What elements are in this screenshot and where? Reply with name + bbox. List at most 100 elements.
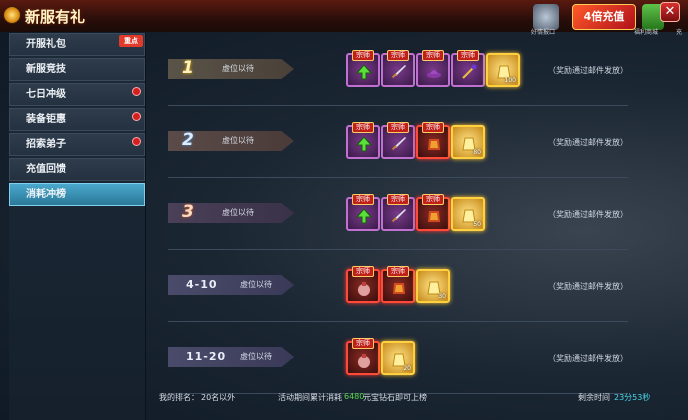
reward-item[interactable]: 宗师: [451, 50, 485, 87]
info-label: 好情报口: [531, 29, 556, 36]
sidebar-item-label: 充值回馈: [26, 164, 66, 175]
rank-label: 3: [182, 202, 194, 222]
charge-label: 充: [676, 29, 683, 36]
reward-list: 宗师 宗师 宗师 50: [346, 194, 485, 231]
reward-list: 宗师 宗师 30: [346, 266, 450, 303]
reward-item[interactable]: 100: [486, 53, 520, 87]
rank-ribbon: 3 虚位以待: [168, 203, 294, 223]
mail-note: （奖励通过邮件发放）: [548, 138, 628, 147]
sidebar-item-5[interactable]: 充值回馈: [9, 158, 145, 181]
grade-tag: 宗师: [387, 122, 409, 133]
rank-status: 虚位以待: [222, 64, 254, 73]
item-quantity: 100: [504, 77, 516, 84]
rank-ribbon: 4-10 虚位以待: [168, 275, 294, 295]
rank-label: 2: [182, 130, 194, 150]
armor-icon: [391, 280, 407, 296]
grade-tag: 宗师: [352, 122, 374, 133]
sidebar-item-label: 开服礼包: [26, 39, 66, 50]
rank-row: 3 虚位以待 宗师 宗师 宗师 50 （奖励通过邮件发放）: [168, 194, 628, 253]
row-divider: [168, 321, 628, 322]
rank-ribbon: 2 虚位以待: [168, 131, 294, 151]
rank-status: 虚位以待: [240, 280, 272, 289]
sidebar-item-0[interactable]: 开服礼包 重点: [9, 33, 145, 56]
sidebar: 开服礼包 重点新服竞技七日冲级装备钜惠招索弟子充值回馈消耗冲榜: [9, 33, 146, 420]
item-quantity: 20: [403, 365, 411, 372]
sidebar-item-label: 装备钜惠: [26, 114, 66, 125]
rule-suffix: 元宝钻石即可上榜: [363, 393, 427, 402]
reward-item[interactable]: 宗师: [416, 50, 450, 87]
reward-item[interactable]: 宗师: [381, 50, 415, 87]
rank-status: 虚位以待: [222, 208, 254, 217]
sidebar-item-1[interactable]: 新服竞技: [9, 58, 145, 81]
rank-row: 4-10 虚位以待 宗师 宗师 30 （奖励通过邮件发放）: [168, 266, 628, 325]
time-value: 23分53秒: [614, 393, 651, 402]
reward-list: 宗师 宗师 宗师 宗师 100: [346, 50, 520, 87]
sidebar-item-6[interactable]: 消耗冲榜: [9, 183, 145, 206]
hat-icon: [426, 64, 442, 80]
reward-item[interactable]: 宗师: [381, 194, 415, 231]
arrow-up-icon: [355, 136, 373, 152]
grade-tag: 宗师: [422, 50, 444, 61]
sidebar-item-label: 新服竞技: [26, 64, 66, 75]
arrow-up-icon: [355, 64, 373, 80]
reward-item[interactable]: 宗师: [346, 194, 380, 231]
row-divider: [168, 177, 628, 178]
window-title: 新服有礼: [25, 8, 86, 26]
grade-tag: 宗师: [387, 266, 409, 277]
rank-status: 虚位以待: [222, 136, 254, 145]
rule-amount: 6480: [344, 392, 365, 401]
recharge-button[interactable]: 4倍充值: [572, 4, 636, 30]
close-button[interactable]: ✕: [660, 2, 680, 22]
reward-list: 宗师 宗师 宗师 80: [346, 122, 485, 159]
sidebar-item-label: 招索弟子: [26, 139, 66, 150]
grade-tag: 宗师: [352, 338, 374, 349]
sidebar-item-2[interactable]: 七日冲级: [9, 83, 145, 106]
item-quantity: 80: [473, 149, 481, 156]
grade-tag: 宗师: [422, 194, 444, 205]
reward-item[interactable]: 80: [451, 125, 485, 159]
mail-note: （奖励通过邮件发放）: [548, 66, 628, 75]
reward-item[interactable]: 宗师: [416, 122, 450, 159]
bag-icon: [356, 352, 372, 368]
sidebar-item-3[interactable]: 装备钜惠: [9, 108, 145, 131]
item-quantity: 50: [473, 221, 481, 228]
rank-label: 4-10: [186, 278, 218, 291]
sidebar-item-label: 消耗冲榜: [26, 189, 66, 200]
my-rank-value: 20名以外: [201, 393, 236, 402]
notification-badge-icon: [132, 87, 141, 96]
mail-note: （奖励通过邮件发放）: [548, 210, 628, 219]
grade-tag: 宗师: [422, 122, 444, 133]
reward-item[interactable]: 宗师: [381, 266, 415, 303]
rank-row: 2 虚位以待 宗师 宗师 宗师 80 （奖励通过邮件发放）: [168, 122, 628, 181]
rank-status: 虚位以待: [240, 352, 272, 361]
grade-tag: 宗师: [352, 266, 374, 277]
sidebar-item-4[interactable]: 招索弟子: [9, 133, 145, 156]
reward-item[interactable]: 宗师: [346, 50, 380, 87]
footer: 我的排名： 20名以外 活动期间累计消耗 6480 元宝钻石即可上榜 剩余时间 …: [155, 392, 675, 412]
rank-label: 1: [182, 58, 194, 78]
armor-icon: [426, 208, 442, 224]
rank-row: 1 虚位以待 宗师 宗师 宗师 宗师 100 （奖励通过邮件发放）: [168, 50, 628, 109]
reward-item[interactable]: 宗师: [346, 266, 380, 303]
reward-item[interactable]: 20: [381, 341, 415, 375]
reward-item[interactable]: 50: [451, 197, 485, 231]
sun-logo-icon: [3, 6, 21, 24]
event-window: 新服有礼 好情报口 4倍充值 福利商城 充 ✕ 开服礼包 重点 新服竞技 七日冲级 装备…: [0, 0, 688, 420]
sword-icon: [391, 64, 407, 80]
rule-prefix: 活动期间累计消耗: [278, 393, 342, 402]
reward-item[interactable]: 30: [416, 269, 450, 303]
grade-tag: 宗师: [387, 50, 409, 61]
notification-badge-icon: [132, 112, 141, 121]
rank-ribbon: 11-20 虚位以待: [168, 347, 294, 367]
row-divider: [168, 105, 628, 106]
reward-item[interactable]: 宗师: [416, 194, 450, 231]
reward-item[interactable]: 宗师: [381, 122, 415, 159]
sidebar-item-label: 七日冲级: [26, 89, 66, 100]
sword-icon: [391, 136, 407, 152]
grade-tag: 宗师: [352, 50, 374, 61]
grade-tag: 宗师: [387, 194, 409, 205]
reward-item[interactable]: 宗师: [346, 338, 380, 375]
armor-icon: [426, 136, 442, 152]
grade-tag: 宗师: [352, 194, 374, 205]
reward-item[interactable]: 宗师: [346, 122, 380, 159]
